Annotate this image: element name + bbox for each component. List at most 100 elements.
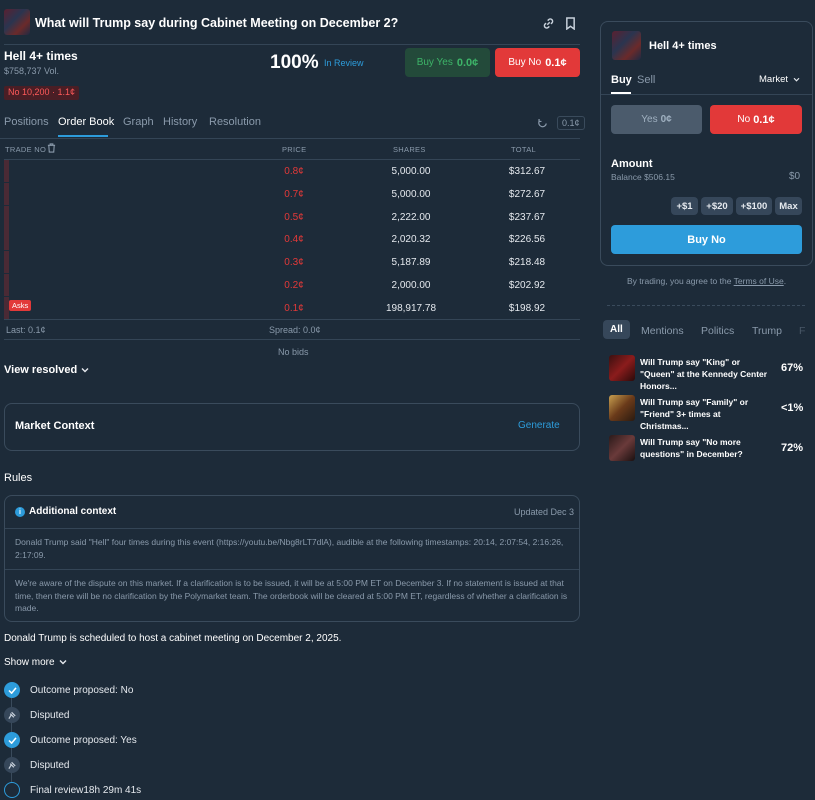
category-trump[interactable]: Trump (752, 325, 782, 337)
market-context-title: Market Context (15, 420, 95, 432)
depth-bar (4, 274, 9, 296)
category-more[interactable]: F (799, 325, 805, 337)
orderbook-row[interactable]: 0.8¢ 5,000.00 $312.67 (4, 160, 580, 182)
orderbook-row[interactable]: 0.5¢ 2,222.00 $237.67 (4, 205, 580, 228)
trade-tabs-divider (601, 94, 812, 95)
terms-link[interactable]: Terms of Use (734, 276, 784, 286)
chevron-down-icon (59, 657, 67, 668)
outcome-no-button[interactable]: No 0.1¢ (710, 105, 802, 134)
quick-add-100[interactable]: +$100 (736, 197, 772, 215)
tab-positions[interactable]: Positions (4, 116, 49, 128)
trade-market-name: Hell 4+ times (649, 40, 717, 52)
related-title-3[interactable]: Will Trump say "No more questions" in De… (640, 436, 770, 460)
spread: Spread: 0.0¢ (269, 325, 321, 335)
timeline-item: Disputed (30, 710, 70, 721)
order-type-label: Market (759, 74, 789, 85)
orderbook-row[interactable]: 0.1¢ 198,917.78 $198.92 (4, 296, 580, 319)
final-review-label: Final review (30, 785, 84, 796)
orderbook-row[interactable]: 0.4¢ 2,020.32 $226.56 (4, 228, 580, 251)
ask-shares: 2,000.00 (391, 280, 431, 291)
trash-icon[interactable] (47, 143, 56, 156)
ask-price: 0.7¢ (284, 188, 304, 200)
buy-no-button[interactable]: Buy No 0.1¢ (495, 48, 580, 77)
terms-suffix: . (783, 276, 787, 286)
terms-notice: By trading, you agree to the Terms of Us… (627, 276, 786, 286)
outcome-yes-price: 0¢ (660, 114, 672, 125)
depth-bar (4, 160, 9, 182)
rules-title: Rules (4, 472, 33, 484)
category-all[interactable]: All (603, 320, 630, 339)
generate-button[interactable]: Generate (518, 420, 560, 431)
tab-order-book[interactable]: Order Book (58, 116, 114, 128)
ask-price: 0.8¢ (284, 166, 304, 177)
category-politics[interactable]: Politics (701, 325, 734, 337)
related-pct-1: 67% (781, 362, 804, 374)
no-bids: No bids (278, 347, 309, 357)
spread-divider-bottom (4, 339, 580, 340)
show-more-toggle[interactable]: Show more (4, 657, 67, 668)
buy-submit-button[interactable]: Buy No (611, 225, 802, 254)
related-title-1[interactable]: Will Trump say "King" or "Queen" at the … (640, 356, 770, 392)
tab-history[interactable]: History (163, 116, 197, 128)
tab-resolution[interactable]: Resolution (209, 116, 261, 128)
depth-bar (4, 182, 9, 205)
ask-shares: 5,000.00 (391, 188, 431, 200)
position-badge[interactable]: No 10,200 · 1.1¢ (4, 86, 80, 100)
view-resolved-label: View resolved (4, 364, 78, 376)
order-type-select[interactable]: Market (759, 74, 800, 85)
orderbook-row[interactable]: 0.7¢ 5,000.00 $272.67 (4, 182, 580, 205)
tabs-divider (0, 138, 580, 139)
gavel-icon (4, 757, 20, 773)
refresh-icon[interactable] (534, 115, 550, 131)
updated-date: Updated Dec 3 (514, 507, 575, 517)
ask-total: $226.56 (508, 234, 546, 246)
col-price: PRICE (282, 145, 307, 154)
dispute-text: We're aware of the dispute on this marke… (15, 578, 568, 613)
ask-total: $218.48 (508, 257, 546, 269)
amount-input[interactable]: $0 (789, 171, 800, 182)
ask-shares: 2,222.00 (391, 211, 431, 223)
ask-price: 0.3¢ (284, 257, 304, 269)
tick-size-badge[interactable]: 0.1¢ (557, 116, 585, 130)
quick-add-1[interactable]: +$1 (671, 197, 698, 215)
bookmark-icon[interactable] (562, 15, 578, 31)
trade-market-thumbnail (612, 31, 641, 60)
orderbook-row[interactable]: 0.2¢ 2,000.00 $202.92 (4, 274, 580, 296)
quick-add-20[interactable]: +$20 (701, 197, 733, 215)
market-thumbnail (4, 9, 30, 35)
timeline-item: Outcome proposed: No (30, 685, 134, 696)
ask-shares: 5,187.89 (391, 257, 431, 269)
outcome-yes-label: Yes (641, 114, 658, 125)
market-volume: $758,737 Vol. (4, 66, 60, 76)
outcome-no-price: 0.1¢ (753, 113, 775, 126)
ask-total: $272.67 (508, 188, 546, 200)
related-pct-3: 72% (781, 442, 804, 454)
outcome-yes-button[interactable]: Yes 0¢ (611, 105, 702, 134)
check-circle-icon (4, 732, 20, 748)
final-review-timer: 18h 29m 41s (83, 785, 142, 796)
buy-no-label: Buy No (508, 57, 542, 68)
open-circle-icon (4, 782, 20, 798)
link-icon[interactable] (540, 15, 556, 31)
view-resolved-toggle[interactable]: View resolved (4, 364, 89, 376)
related-title-2[interactable]: Will Trump say "Family" or "Friend" 3+ t… (640, 396, 770, 432)
buy-yes-button[interactable]: Buy Yes 0.0¢ (405, 48, 490, 77)
market-status: In Review (324, 58, 364, 68)
outcome-no-label: No (737, 114, 751, 125)
tab-graph[interactable]: Graph (123, 116, 154, 128)
ask-shares: 2,020.32 (391, 234, 431, 246)
orderbook-row[interactable]: 0.3¢ 5,187.89 $218.48 (4, 251, 580, 274)
sell-tab[interactable]: Sell (637, 74, 655, 86)
category-mentions[interactable]: Mentions (641, 325, 684, 337)
ask-price: 0.2¢ (284, 280, 304, 291)
depth-bar (4, 205, 9, 228)
chevron-down-icon (793, 74, 800, 85)
buy-tab[interactable]: Buy (611, 74, 632, 86)
additional-context-title: Additional context (29, 506, 117, 517)
spread-divider-top (4, 319, 580, 320)
related-thumbnail-1 (609, 355, 635, 381)
terms-prefix: By trading, you agree to the (627, 276, 734, 286)
last-price: Last: 0.1¢ (6, 325, 46, 335)
quick-add-max[interactable]: Max (775, 197, 802, 215)
market-description: Donald Trump is scheduled to host a cabi… (4, 633, 342, 644)
